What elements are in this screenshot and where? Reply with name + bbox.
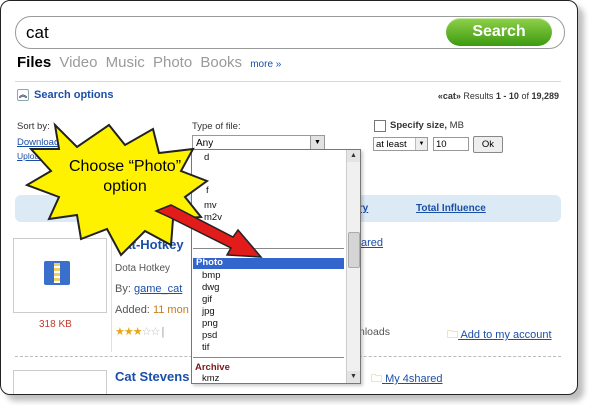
search-input[interactable]: cat — [26, 23, 49, 43]
add-to-account-label: Add to my account — [460, 329, 552, 341]
dropdown-option[interactable]: dwg — [202, 282, 219, 293]
page-frame: cat Search Files Video Music Photo Books… — [0, 0, 578, 395]
dropdown-option[interactable]: tif — [202, 342, 209, 353]
tab-books[interactable]: Books — [200, 54, 242, 71]
downloads-text: nloads — [359, 326, 390, 338]
star-icon: ☆ — [141, 326, 152, 338]
search-button[interactable]: Search — [446, 18, 552, 46]
add-to-account-link[interactable]: 🗀 Add to my account — [447, 326, 552, 345]
results-count: «cat» Results 1 - 10 of 19,289 — [438, 91, 559, 101]
my-4shared-link[interactable]: 🗀 My 4shared — [371, 370, 443, 389]
author-label: By: — [115, 283, 131, 295]
specify-size-checkbox[interactable] — [374, 120, 386, 132]
callout-text: Choose “Photo” option — [50, 157, 200, 197]
result-author: By: game_cat — [115, 283, 182, 295]
sort-total-influence-link[interactable]: Total Influence — [416, 203, 486, 214]
folder-icon: 🗀 — [371, 373, 382, 385]
star-icon: ★ — [123, 326, 134, 338]
group-separator — [193, 357, 344, 358]
results-query: «cat» — [437, 91, 461, 101]
collapse-icon: ︽ — [17, 89, 29, 102]
tab-music[interactable]: Music — [106, 54, 145, 71]
ok-button[interactable]: Ok — [473, 136, 503, 153]
starburst-callout — [24, 122, 263, 258]
separator: | — [161, 326, 164, 338]
result-added: Added: 11 mon — [115, 304, 189, 316]
star-icon: ★ — [132, 326, 143, 338]
divider — [15, 81, 561, 82]
category-tabs: Files Video Music Photo Books more » — [17, 54, 285, 71]
results-total: 19,289 — [531, 91, 559, 101]
size-value-input[interactable]: 10 — [433, 137, 469, 151]
added-value: 11 mon — [152, 304, 189, 316]
search-box[interactable]: cat Search — [15, 16, 565, 49]
search-options-link[interactable]: ︽ Search options — [17, 89, 114, 102]
dropdown-option[interactable]: kmz — [202, 373, 219, 383]
share-link[interactable]: ared — [361, 237, 383, 249]
dropdown-option[interactable]: gif — [202, 294, 212, 305]
size-unit: MB — [449, 120, 464, 131]
search-options-label: Search options — [34, 89, 114, 101]
file-thumbnail[interactable] — [13, 370, 107, 394]
star-icon: ★ — [115, 326, 125, 338]
star-icon: ☆ — [150, 326, 161, 338]
file-size: 318 KB — [39, 319, 72, 330]
callout-line-1: Choose “Photo” — [68, 158, 182, 175]
scroll-down-icon[interactable]: ▼ — [347, 371, 360, 383]
chevron-down-icon: ▼ — [415, 138, 427, 150]
results-range: 1 - 10 — [495, 91, 519, 101]
tab-photo[interactable]: Photo — [153, 54, 192, 71]
tab-files[interactable]: Files — [17, 54, 51, 71]
tab-more-link[interactable]: more » — [250, 59, 281, 70]
author-link[interactable]: game_cat — [134, 283, 182, 295]
results-word: Results — [463, 91, 494, 101]
dropdown-group-archive: Archive — [195, 362, 230, 373]
results-of: of — [521, 91, 529, 101]
size-comparator-select[interactable]: at least ▼ — [373, 137, 428, 151]
dropdown-option[interactable]: jpg — [202, 306, 215, 317]
callout-line-2: option — [103, 178, 147, 195]
my-4shared-label: My 4shared — [385, 373, 443, 385]
dropdown-option[interactable]: png — [202, 318, 218, 329]
tab-video[interactable]: Video — [59, 54, 97, 71]
added-label: Added: — [115, 304, 150, 316]
specify-size-label: Specify size, MB — [390, 120, 464, 131]
size-comparator-value: at least — [376, 139, 407, 150]
rating-stars[interactable]: ★★★☆☆ | — [115, 325, 164, 338]
folder-plus-icon: 🗀 — [447, 329, 458, 341]
dropdown-option[interactable]: psd — [202, 330, 217, 341]
specify-size-text: Specify size, — [390, 120, 448, 131]
result-title[interactable]: Cat Stevens — [115, 369, 189, 384]
